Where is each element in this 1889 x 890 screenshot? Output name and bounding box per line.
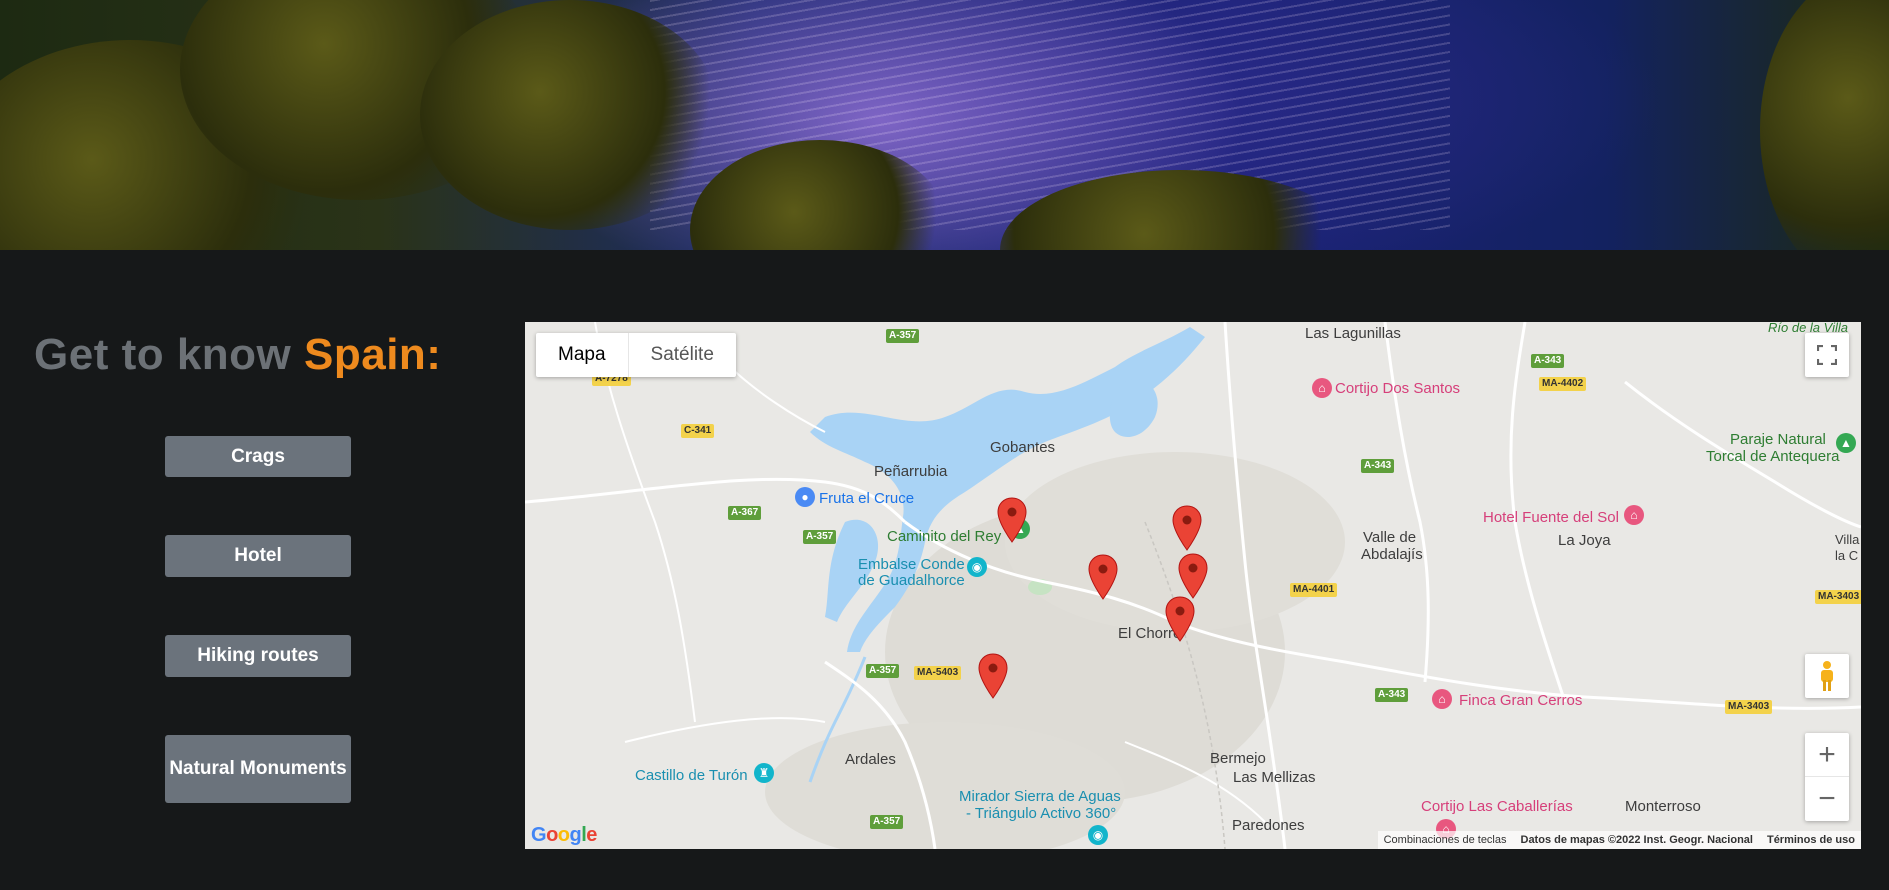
terms-link[interactable]: Términos de uso xyxy=(1767,834,1855,846)
town-label: Paredones xyxy=(1232,817,1305,834)
town-label: Ardales xyxy=(845,751,896,768)
hotel-poi-icon[interactable]: ⌂ xyxy=(1432,689,1452,709)
map-marker-icon[interactable] xyxy=(1165,596,1195,642)
town-label: Las Mellizas xyxy=(1233,769,1316,786)
hotel-poi-icon[interactable]: ⌂ xyxy=(1312,378,1332,398)
poi-label[interactable]: Cortijo Dos Santos xyxy=(1335,380,1460,397)
title-prefix: Get to know xyxy=(34,330,304,379)
map-data-credit: Datos de mapas ©2022 Inst. Geogr. Nacion… xyxy=(1520,834,1753,846)
pegman-icon xyxy=(1821,661,1833,691)
hotel-poi-icon[interactable]: ⌂ xyxy=(1624,505,1644,525)
map-marker-icon[interactable] xyxy=(997,497,1027,543)
hotel-button[interactable]: Hotel xyxy=(165,535,351,577)
poi-label[interactable]: Hotel Fuente del Sol xyxy=(1483,509,1619,526)
zoom-out-button[interactable]: − xyxy=(1805,777,1849,821)
map-marker-icon[interactable] xyxy=(1172,505,1202,551)
poi-label[interactable]: Castillo de Turón xyxy=(635,767,748,784)
road-shield: C-341 xyxy=(681,424,715,438)
poi-label[interactable]: Mirador Sierra de Aguas xyxy=(959,788,1121,805)
street-view-button[interactable] xyxy=(1805,654,1849,698)
road-shield: A-357 xyxy=(886,329,920,343)
road-shield: MA-4401 xyxy=(1290,583,1338,597)
zoom-control: + − xyxy=(1805,733,1849,821)
road-shield: MA-3403 xyxy=(1725,700,1773,714)
road-shield: MA-5403 xyxy=(914,666,962,680)
town-label: Peñarrubia xyxy=(874,463,948,480)
monument-poi-icon[interactable]: ♜ xyxy=(754,763,774,783)
poi-label[interactable]: Cortijo Las Caballerías xyxy=(1421,798,1573,815)
town-label: la C xyxy=(1835,548,1859,563)
town-label: Bermejo xyxy=(1210,750,1266,767)
map-type-map-button[interactable]: Mapa xyxy=(536,333,629,377)
poi-label[interactable]: - Triángulo Activo 360° xyxy=(966,805,1116,822)
camera-poi-icon[interactable]: ◉ xyxy=(1088,825,1108,845)
poi-label[interactable]: de Guadalhorce xyxy=(858,572,965,589)
map[interactable]: A-357 A-7278 C-341 A-367 A-357 A-357 MA-… xyxy=(525,322,1861,849)
poi-label[interactable]: Embalse Conde xyxy=(858,556,965,573)
map-marker-icon[interactable] xyxy=(1178,553,1208,599)
road-shield: A-367 xyxy=(728,506,762,520)
section-title: Get to know Spain: xyxy=(34,330,441,380)
road-shield: A-357 xyxy=(870,815,904,829)
town-label: La Joya xyxy=(1558,532,1611,549)
poi-label[interactable]: Paraje Natural xyxy=(1730,431,1826,448)
road-shield: A-343 xyxy=(1375,688,1409,702)
town-label: Abdalajís xyxy=(1361,546,1423,563)
tree-foliage xyxy=(420,0,720,230)
map-type-satellite-button[interactable]: Satélite xyxy=(629,333,736,377)
road-shield: A-357 xyxy=(866,664,900,678)
road-shield: MA-4402 xyxy=(1539,377,1587,391)
town-label: Las Lagunillas xyxy=(1305,325,1401,342)
shop-poi-icon[interactable]: ● xyxy=(795,487,815,507)
road-shield: MA-3403 xyxy=(1815,590,1861,604)
map-attribution: Combinaciones de teclas Datos de mapas ©… xyxy=(1377,831,1861,849)
town-label: Monterroso xyxy=(1625,798,1701,815)
natural-monuments-button[interactable]: Natural Monuments xyxy=(165,735,351,803)
hiking-routes-button[interactable]: Hiking routes xyxy=(165,635,351,677)
tree-foliage xyxy=(1760,0,1889,250)
fullscreen-button[interactable] xyxy=(1805,333,1849,377)
camera-poi-icon[interactable]: ◉ xyxy=(967,557,987,577)
poi-label[interactable]: Caminito del Rey xyxy=(887,528,1001,545)
town-label: Valle de xyxy=(1363,529,1417,546)
keyboard-shortcuts-link[interactable]: Combinaciones de teclas xyxy=(1384,834,1507,846)
fullscreen-icon xyxy=(1817,345,1837,365)
hero-image xyxy=(0,0,1889,250)
poi-label[interactable]: Fruta el Cruce xyxy=(819,490,914,507)
crags-button[interactable]: Crags xyxy=(165,436,351,477)
google-logo: Google xyxy=(531,824,597,846)
zoom-in-button[interactable]: + xyxy=(1805,733,1849,777)
road-shield: A-357 xyxy=(803,530,837,544)
map-marker-icon[interactable] xyxy=(978,653,1008,699)
title-accent: Spain: xyxy=(304,330,442,379)
road-shield: A-343 xyxy=(1531,354,1565,368)
poi-label[interactable]: Finca Gran Cerros xyxy=(1459,692,1582,709)
town-label: Villa xyxy=(1835,532,1860,547)
poi-label[interactable]: Torcal de Antequera xyxy=(1706,448,1839,465)
road-shield: A-343 xyxy=(1361,459,1395,473)
town-label: Gobantes xyxy=(990,439,1056,456)
map-type-control: Mapa Satélite xyxy=(536,333,736,377)
map-marker-icon[interactable] xyxy=(1088,554,1118,600)
